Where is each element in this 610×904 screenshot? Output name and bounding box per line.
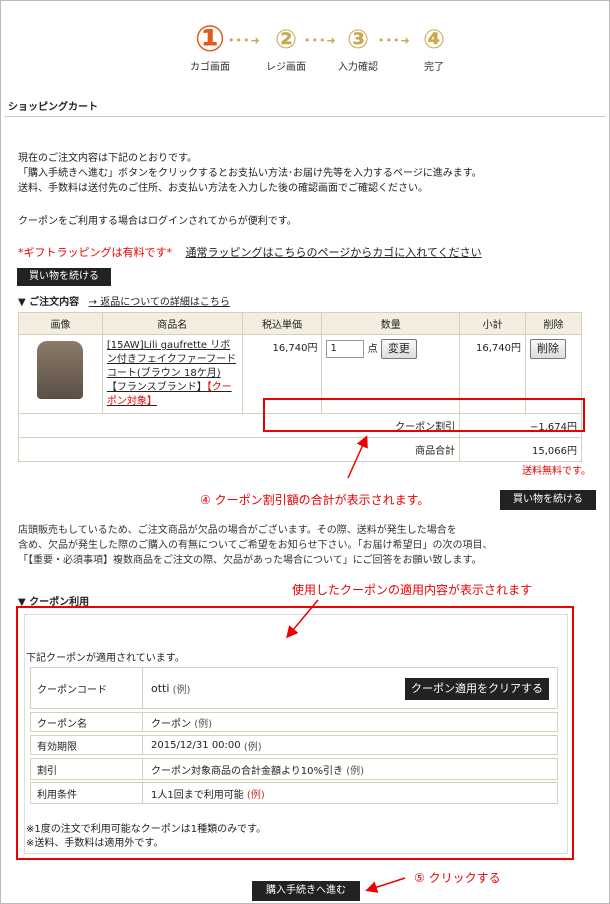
intro-line: 送料、手数料は送付先のご住所、お支払い方法を入力した後の確認画面でご確認ください… xyxy=(18,183,428,194)
row-value: クーポン対象商品の合計金額より10%引き (例) xyxy=(143,759,557,779)
intro-line: 「購入手続きへ進む」ボタンをクリックするとお支払い方法･お届け先等を入力するペー… xyxy=(18,168,482,179)
row-key: 割引 xyxy=(31,759,143,779)
row-key: 有効期限 xyxy=(31,736,143,754)
column-header: 削除 xyxy=(525,312,582,335)
annotation-step5: ⑤ クリックする xyxy=(414,871,501,885)
row-value: 1人1回まで利用可能 (例) xyxy=(143,783,557,803)
step-complete: ④ 完了 xyxy=(404,24,464,73)
highlight-box xyxy=(16,606,574,860)
column-header: 商品名 xyxy=(101,312,243,335)
coupon-condition-row: 利用条件 1人1回まで利用可能 (例) xyxy=(30,782,558,804)
intro-text: 現在のご注文内容は下記のとおりです。 「購入手続きへ進む」ボタンをクリックすると… xyxy=(18,151,482,196)
annotation-coupon-applied: 使用したクーポンの適用内容が表示されます xyxy=(292,583,533,597)
total-label: 商品合計 xyxy=(17,437,461,462)
page-title: ショッピングカート xyxy=(8,102,98,113)
column-header: 数量 xyxy=(321,312,461,335)
quantity-input[interactable]: 1 xyxy=(326,340,365,358)
coupon-code-row: クーポンコード otti (例) クーポン適用をクリアする xyxy=(30,667,558,709)
product-image[interactable] xyxy=(37,341,84,399)
cart-header-row: 画像 商品名 税込単価 数量 小計 削除 xyxy=(18,312,582,335)
step-number: ④ xyxy=(422,25,445,55)
continue-shopping-button[interactable]: 買い物を続ける xyxy=(500,490,596,510)
notice-line: 含め、欠品が発生した際のご購入の有無についてご希望をお知らせ下さい。「お届け希望… xyxy=(18,540,493,551)
example-tag: (例) xyxy=(243,741,262,753)
step-label: カゴ画面 xyxy=(190,62,230,73)
cart-table: 画像 商品名 税込単価 数量 小計 削除 [15AW]Lili gaufrett… xyxy=(17,312,582,462)
continue-shopping-button[interactable]: 買い物を続ける xyxy=(17,268,111,286)
delete-item-button[interactable]: 削除 xyxy=(530,339,567,359)
coupon-notes: ※1度の注文で利用可能なクーポンは1種類のみです。 ※送料、手数料は適用外です。 xyxy=(26,823,266,851)
column-header: 画像 xyxy=(18,312,103,335)
example-tag: (例) xyxy=(172,684,191,696)
example-tag: (例) xyxy=(246,789,265,801)
quantity-unit: 点 xyxy=(367,344,378,355)
coupon-expiry-value: 2015/12/31 00:00 xyxy=(151,739,241,751)
total-row: 商品合計 15,066円 xyxy=(17,437,582,462)
row-key: クーポン名 xyxy=(31,713,143,731)
wrapping-link[interactable]: 通常ラッピングはこちらのページからカゴに入れてください xyxy=(186,246,482,259)
step-label: 入力確認 xyxy=(338,62,378,73)
coupon-discount-rule: クーポン対象商品の合計金額より10%引き xyxy=(151,765,344,777)
step-register: ② レジ画面 xyxy=(256,24,316,73)
column-header: 小計 xyxy=(459,312,527,335)
step-confirm: ③ 入力確認 xyxy=(328,24,388,73)
step-label: レジ画面 xyxy=(266,62,306,73)
coupon-login-note: クーポンをご利用する場合はログインされてからが便利です。 xyxy=(18,216,297,227)
free-shipping-note: 送料無料です。 xyxy=(522,466,591,477)
coupon-discount-rule-row: 割引 クーポン対象商品の合計金額より10%引き (例) xyxy=(30,758,558,780)
coupon-condition-value: 1人1回まで利用可能 xyxy=(151,789,244,801)
coupon-name-value: クーポン xyxy=(151,718,191,730)
order-heading-label: ▼ ご注文内容 xyxy=(18,297,80,308)
row-value: クーポン (例) xyxy=(143,713,557,731)
order-heading: ▼ ご注文内容 → 返品についての詳細はこちら xyxy=(18,293,230,308)
row-key: クーポンコード xyxy=(31,668,143,708)
stockout-notice: 店頭販売もしているため、ご注文商品が欠品の場合がございます。その際、送料が発生し… xyxy=(18,523,493,568)
coupon-code-value: otti xyxy=(151,681,170,695)
coupon-expiry-row: 有効期限 2015/12/31 00:00 (例) xyxy=(30,735,558,755)
row-value: 2015/12/31 00:00 (例) xyxy=(143,736,557,754)
coupon-applied-text: 下記クーポンが適用されています。 xyxy=(26,653,185,664)
clear-coupon-button[interactable]: クーポン適用をクリアする xyxy=(405,678,549,700)
product-image-cell xyxy=(18,334,103,414)
step-label: 完了 xyxy=(424,62,444,73)
product-name-cell: [15AW]Lili gaufrette リボン付きフェイクファーフードコート(… xyxy=(101,334,243,414)
return-policy-link[interactable]: → 返品についての詳細はこちら xyxy=(89,297,230,308)
intro-line: 現在のご注文内容は下記のとおりです。 xyxy=(18,153,197,164)
example-tag: (例) xyxy=(194,718,212,730)
column-header: 税込単価 xyxy=(241,312,323,335)
row-key: 利用条件 xyxy=(31,783,143,803)
coupon-note: ※1度の注文で利用可能なクーポンは1種類のみです。 xyxy=(26,824,267,835)
notice-line: 「【重要・必須事項】複数商品をご注文の際、欠品があった場合について」にご回答をお… xyxy=(18,555,482,566)
coupon-note: ※送料、手数料は適用外です。 xyxy=(26,838,164,849)
example-tag: (例) xyxy=(346,765,365,777)
divider xyxy=(4,116,606,117)
annotation-step4: ④ クーポン割引額の合計が表示されます。 xyxy=(200,493,430,507)
change-quantity-button[interactable]: 変更 xyxy=(380,339,417,359)
gift-paid-text: *ギフトラッピングは有料です* xyxy=(18,246,172,259)
step-cart: ① カゴ画面 xyxy=(180,22,240,74)
checkout-steps: ① カゴ画面 •••➜ ② レジ画面 •••➜ ③ 入力確認 •••➜ ④ 完了 xyxy=(180,22,470,80)
gift-wrapping-notice: *ギフトラッピングは有料です* 通常ラッピングはこちらのページからカゴに入れてく… xyxy=(18,244,482,260)
product-name-link[interactable]: [15AW]Lili gaufrette リボン付きフェイクファーフードコート(… xyxy=(107,340,236,407)
coupon-name-row: クーポン名 クーポン (例) xyxy=(30,712,558,732)
highlight-box xyxy=(263,398,585,432)
notice-line: 店頭販売もしているため、ご注文商品が欠品の場合がございます。その際、送料が発生し… xyxy=(18,525,457,536)
total-value: 15,066円 xyxy=(459,437,582,462)
proceed-to-checkout-button[interactable]: 購入手続きへ進む xyxy=(252,881,360,901)
